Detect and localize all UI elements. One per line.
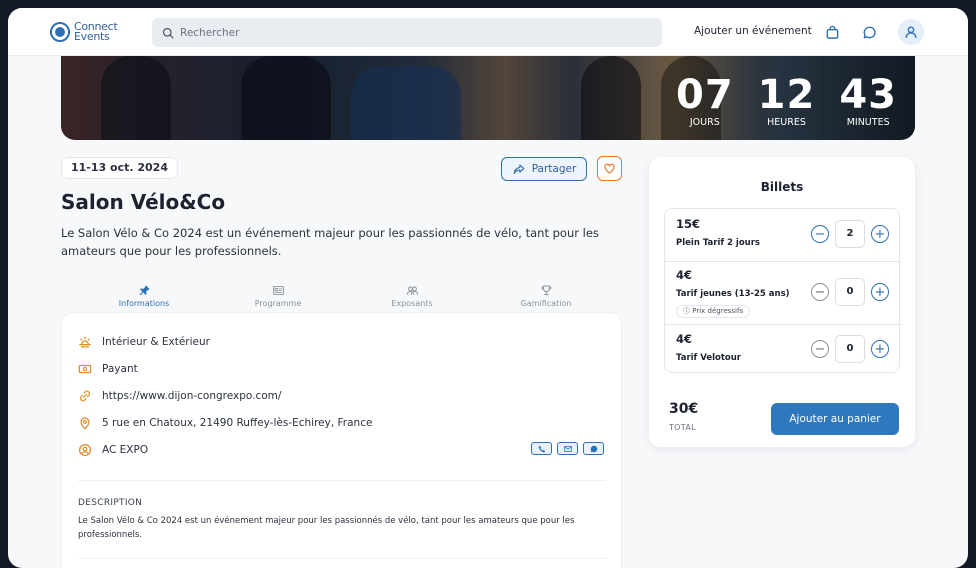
search-input[interactable]: Rechercher [152, 18, 662, 47]
divider [78, 480, 606, 481]
logo[interactable]: Connect Events [50, 18, 118, 46]
ticket-item: 15€ Plein Tarif 2 jours − 2 + [665, 209, 901, 261]
app-window: Connect Events Rechercher Ajouter un évé… [8, 8, 968, 568]
add-to-cart-button[interactable]: Ajouter au panier [771, 403, 899, 435]
phone-button[interactable] [531, 442, 552, 455]
discount-badge: ⓘ Prix dégressifs [676, 305, 751, 318]
quantity-value[interactable]: 2 [835, 220, 865, 248]
share-icon [513, 164, 525, 174]
countdown: 07 JOURS 12 HEURES 43 MINUTES [676, 74, 897, 129]
decrease-button[interactable]: − [811, 225, 829, 243]
increase-button[interactable]: + [871, 340, 889, 358]
quantity-stepper: − 2 + [811, 220, 889, 248]
trophy-icon [541, 285, 551, 296]
user-icon [905, 26, 917, 38]
users-icon [406, 286, 418, 295]
info-organizer: AC EXPO [78, 443, 148, 457]
event-tabs: Informations Programme Exposants Gamific… [77, 284, 613, 314]
event-title: Salon Vélo&Co [61, 190, 226, 214]
total-amount: 30€ [669, 401, 699, 417]
link-icon [80, 390, 90, 402]
total-label: TOTAL [669, 423, 696, 432]
hero-image: 07 JOURS 12 HEURES 43 MINUTES [61, 56, 915, 140]
ticket-item: 4€ Tarif jeunes (13-25 ans) ⓘ Prix dégre… [665, 261, 901, 324]
bag-icon[interactable] [822, 22, 842, 42]
decrease-button[interactable]: − [811, 283, 829, 301]
quantity-value[interactable]: 0 [835, 278, 865, 306]
countdown-minutes: 43 MINUTES [839, 72, 897, 128]
quantity-value[interactable]: 0 [835, 335, 865, 363]
ticket-list: 15€ Plein Tarif 2 jours − 2 + 4€ Tarif j… [664, 208, 901, 374]
decrease-button[interactable]: − [811, 340, 829, 358]
logo-text-line2: Events [74, 30, 110, 43]
tickets-title: Billets [760, 180, 804, 194]
ticket-price: 15€ [676, 217, 701, 231]
tickets-panel: Billets 15€ Plein Tarif 2 jours − 2 + 4€… [649, 157, 915, 447]
countdown-hours: 12 HEURES [757, 72, 816, 128]
quantity-stepper: − 0 + [811, 335, 889, 363]
organizer-contact-buttons [531, 442, 604, 455]
info-address: 5 rue en Chatoux, 21490 Ruffey-lès-Echir… [78, 416, 372, 430]
info-pricing: Payant [78, 362, 138, 376]
ticket-name: Tarif Velotour [676, 353, 741, 363]
pin-icon [139, 285, 150, 296]
tab-programme[interactable]: Programme [211, 284, 345, 312]
phone-icon [538, 445, 545, 452]
tab-informations[interactable]: Informations [77, 284, 211, 314]
increase-button[interactable]: + [871, 283, 889, 301]
countdown-days: 07 JOURS [675, 72, 734, 128]
user-avatar-button[interactable] [898, 19, 924, 45]
top-header: Connect Events Rechercher Ajouter un évé… [8, 8, 968, 56]
banknote-icon [78, 364, 92, 374]
location-pin-icon [80, 417, 90, 430]
ticket-price: 4€ [676, 332, 693, 346]
favorite-button[interactable] [597, 156, 622, 181]
heart-icon [604, 163, 615, 174]
chat-icon[interactable] [859, 22, 879, 42]
sun-icon [79, 336, 91, 348]
event-info-card: Intérieur & Extérieur Payant https://www… [61, 312, 622, 568]
organizer-icon [78, 443, 92, 457]
info-venue-type: Intérieur & Extérieur [78, 335, 210, 349]
event-date-badge: 11-13 oct. 2024 [61, 157, 178, 179]
share-button[interactable]: Partager [501, 157, 587, 181]
ticket-price: 4€ [676, 268, 693, 282]
add-event-link[interactable]: Ajouter un événement [694, 25, 812, 37]
search-placeholder: Rechercher [180, 26, 240, 39]
program-icon [272, 285, 284, 296]
ticket-name: Plein Tarif 2 jours [676, 238, 760, 248]
info-website[interactable]: https://www.dijon-congrexpo.com/ [78, 389, 281, 403]
message-button[interactable] [583, 442, 604, 455]
globe-icon [50, 22, 70, 42]
mail-icon [563, 445, 572, 452]
share-label: Partager [531, 163, 577, 175]
quantity-stepper: − 0 + [811, 278, 889, 306]
ticket-item: 4€ Tarif Velotour − 0 + [665, 324, 901, 374]
email-button[interactable] [557, 442, 578, 455]
message-icon [590, 445, 597, 452]
description-heading: DESCRIPTION [78, 498, 143, 508]
search-icon [162, 27, 174, 38]
tab-exposants[interactable]: Exposants [345, 284, 479, 312]
increase-button[interactable]: + [871, 225, 889, 243]
event-lead: Le Salon Vélo & Co 2024 est un événement… [61, 226, 599, 258]
divider [78, 558, 606, 559]
ticket-name: Tarif jeunes (13-25 ans) [676, 289, 790, 299]
tab-gamification[interactable]: Gamification [479, 284, 613, 312]
description-text: Le Salon Vélo & Co 2024 est un événement… [78, 516, 575, 540]
